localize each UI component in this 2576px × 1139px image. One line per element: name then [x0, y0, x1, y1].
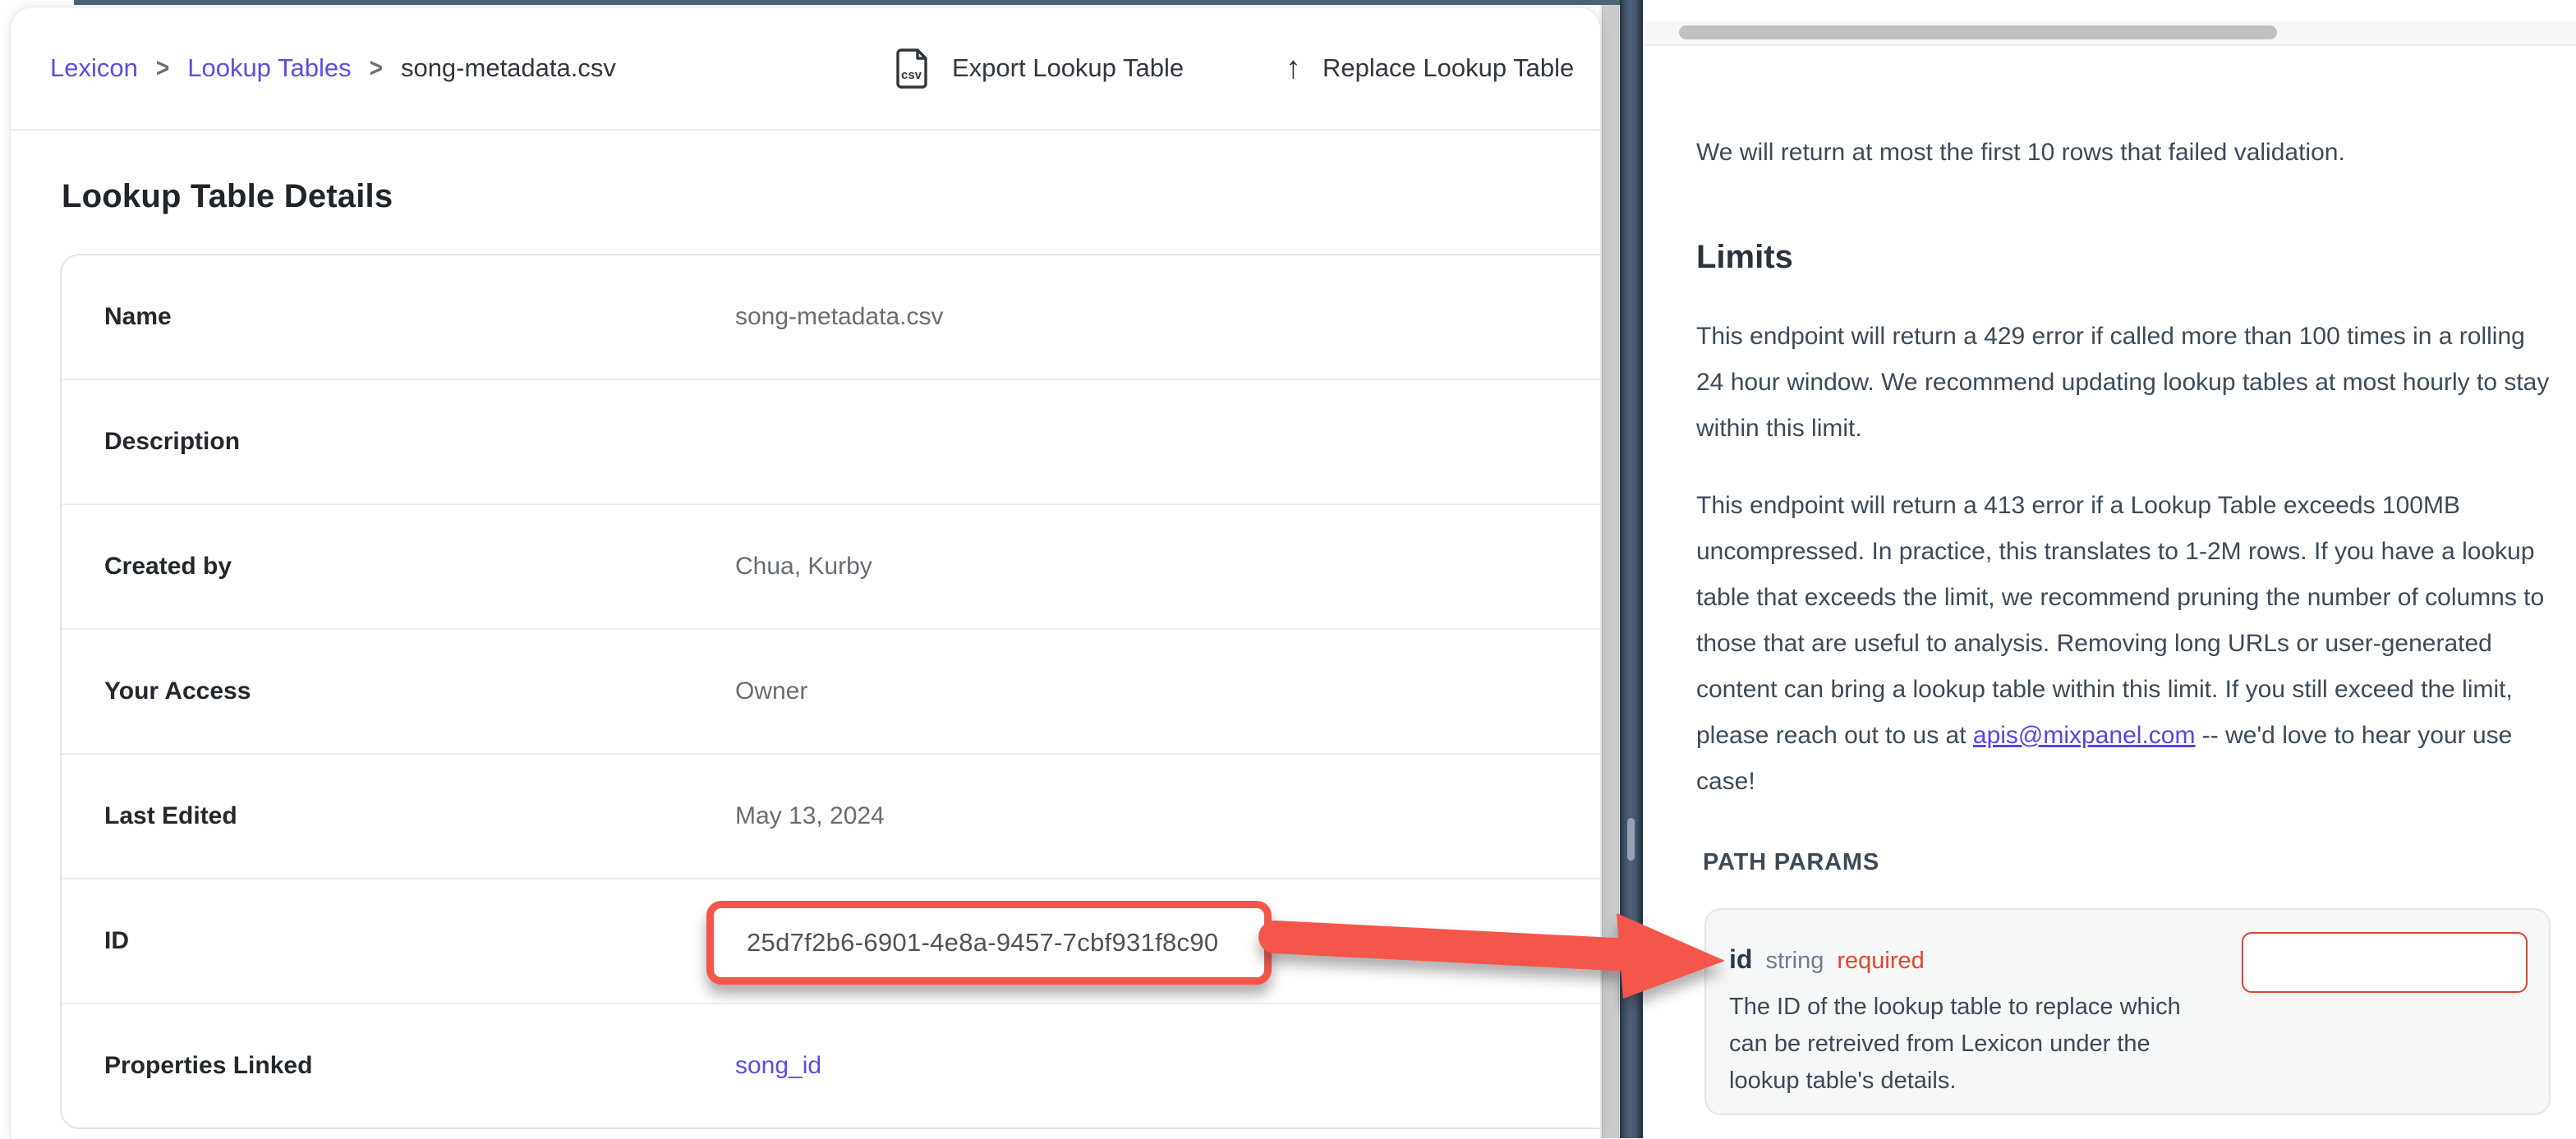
row-label: Your Access	[104, 630, 251, 753]
apis-mixpanel-email-link[interactable]: apis@mixpanel.com	[1973, 722, 2196, 749]
panel-divider	[1620, 0, 1643, 1138]
breadcrumb-current-file: song-metadata.csv	[401, 53, 616, 83]
api-docs-panel: We will return at most the first 10 rows…	[1643, 0, 2576, 1138]
song-id-property-link[interactable]: song_id	[735, 1052, 821, 1080]
details-table: Name song-metadata.csv Description Creat…	[60, 254, 1601, 1129]
row-label: Name	[104, 255, 172, 379]
table-row-last-edited: Last Edited May 13, 2024	[62, 753, 1601, 878]
svg-text:csv: csv	[901, 68, 922, 82]
replace-button-label: Replace Lookup Table	[1322, 53, 1574, 83]
left-panel-scrollbar[interactable]	[1599, 5, 1620, 1138]
csv-file-icon: csv	[895, 48, 931, 89]
param-type: string	[1765, 948, 1824, 975]
param-header: id string required	[1729, 944, 1925, 975]
param-name: id	[1729, 944, 1752, 975]
breadcrumb-separator-icon: >	[370, 53, 383, 84]
row-label: Properties Linked	[104, 1004, 312, 1128]
path-params-heading: PATH PARAMS	[1703, 849, 1879, 876]
limits-paragraph-413: This endpoint will return a 413 error if…	[1696, 483, 2560, 805]
table-row-created-by: Created by Chua, Kurby	[62, 503, 1601, 628]
table-row-id: ID 25d7f2b6-6901-4e8a-9457-7cbf931f8c90	[62, 878, 1601, 1003]
replace-lookup-table-button[interactable]: ↑ Replace Lookup Table	[1286, 7, 1574, 129]
row-value: song-metadata.csv	[735, 255, 943, 379]
row-label: ID	[104, 880, 129, 1003]
breadcrumb: Lexicon > Lookup Tables > song-metadata.…	[50, 7, 616, 129]
table-row-properties-linked: Properties Linked song_id	[62, 1003, 1601, 1128]
limits-paragraph-429: This endpoint will return a 429 error if…	[1696, 314, 2557, 452]
export-button-label: Export Lookup Table	[952, 53, 1184, 83]
row-label: Created by	[104, 505, 232, 628]
docs-horizontal-scrollbar-thumb[interactable]	[1679, 25, 2277, 39]
table-row-description: Description	[62, 379, 1601, 503]
row-value: Owner	[735, 630, 807, 753]
id-input[interactable]	[2242, 932, 2528, 993]
lookup-table-id-value: 25d7f2b6-6901-4e8a-9457-7cbf931f8c90	[747, 928, 1218, 958]
breadcrumb-lookup-tables[interactable]: Lookup Tables	[187, 53, 351, 83]
row-value: May 13, 2024	[735, 755, 885, 878]
row-label: Last Edited	[104, 755, 237, 878]
docs-intro-text: We will return at most the first 10 rows…	[1696, 130, 2557, 176]
row-value: Chua, Kurby	[735, 505, 872, 628]
export-lookup-table-button[interactable]: csv Export Lookup Table	[895, 7, 1184, 129]
docs-horizontal-scrollbar[interactable]	[1643, 21, 2576, 46]
breadcrumb-separator-icon: >	[156, 53, 169, 84]
page-title: Lookup Table Details	[62, 178, 393, 215]
id-param-card: id string required The ID of the lookup …	[1704, 908, 2551, 1115]
paragraph-text: This endpoint will return a 413 error if…	[1696, 492, 2544, 749]
param-required-badge: required	[1837, 948, 1924, 975]
breadcrumb-lexicon[interactable]: Lexicon	[50, 53, 138, 83]
table-row-your-access: Your Access Owner	[62, 628, 1601, 753]
window-top-dark-strip	[74, 0, 1643, 5]
panel-header: Lexicon > Lookup Tables > song-metadata.…	[11, 7, 1600, 131]
param-description: The ID of the lookup table to replace wh…	[1729, 989, 2206, 1100]
row-label: Description	[104, 380, 240, 503]
left-panel-scrollbar-thumb[interactable]	[1602, 5, 1619, 1138]
lookup-table-details-panel: Lexicon > Lookup Tables > song-metadata.…	[10, 7, 1601, 1139]
limits-heading: Limits	[1696, 239, 1793, 276]
divider-scrollbar-thumb[interactable]	[1627, 818, 1635, 861]
table-row-name: Name song-metadata.csv	[62, 255, 1601, 379]
id-annotation-highlight-box: 25d7f2b6-6901-4e8a-9457-7cbf931f8c90	[706, 901, 1272, 985]
upload-arrow-icon: ↑	[1286, 51, 1301, 86]
